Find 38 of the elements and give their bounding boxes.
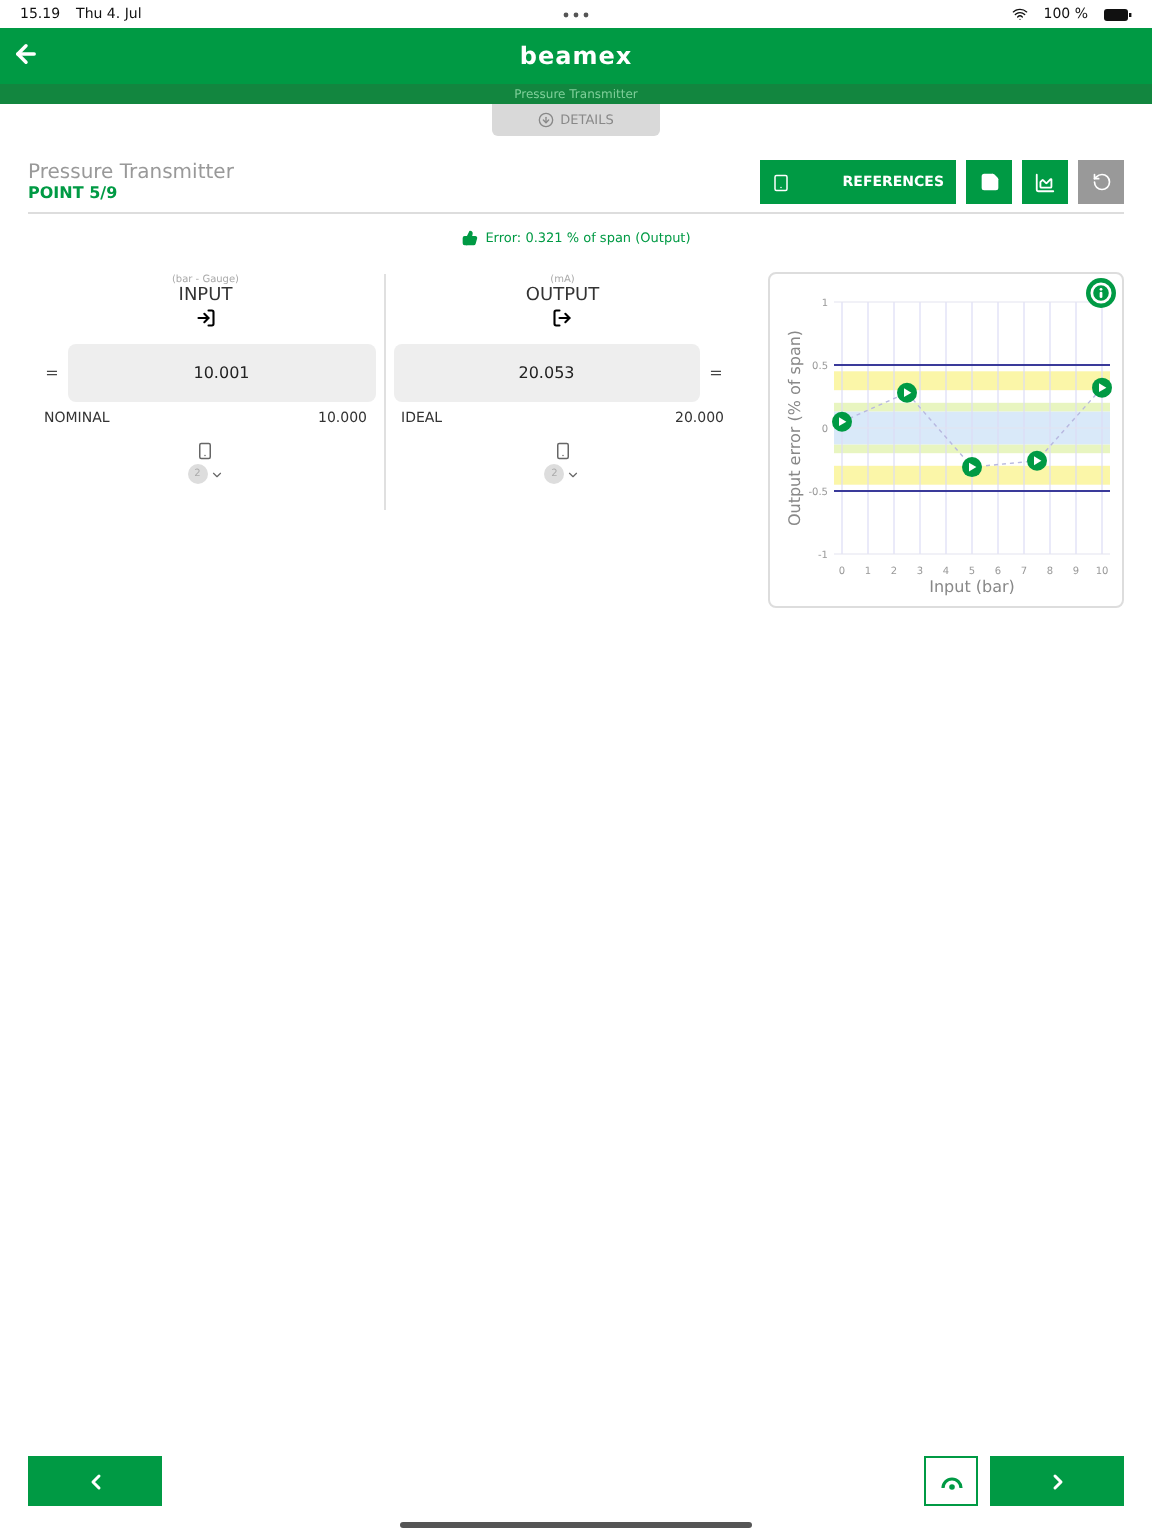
input-icon (195, 308, 216, 328)
thumbs-up-icon (461, 230, 478, 246)
device-name: Pressure Transmitter (28, 162, 234, 184)
battery-icon (1104, 7, 1132, 21)
back-button[interactable] (12, 40, 40, 68)
equals-sign: = (43, 362, 61, 386)
note-icon (979, 172, 999, 192)
arrow-down-circle-icon (538, 112, 555, 128)
value-field[interactable]: 10.001 (68, 344, 375, 402)
tablet-icon (772, 173, 791, 191)
panel-title: OUTPUT (525, 286, 600, 306)
point-counter: POINT 5/9 (28, 184, 120, 202)
data-point[interactable] (1027, 450, 1047, 471)
multitasking-dots-icon (562, 11, 591, 17)
gauge-button[interactable] (924, 1456, 978, 1506)
data-point[interactable] (1092, 377, 1112, 398)
panel-title: INPUT (178, 286, 233, 306)
device-icon (553, 442, 572, 460)
undo-icon (1091, 172, 1111, 192)
x-axis-title: Input (bar) (929, 578, 1015, 596)
wifi-icon (1011, 6, 1028, 22)
equals-sign: = (707, 362, 725, 386)
data-point[interactable] (897, 382, 917, 403)
y-axis-title: Output error (% of span) (786, 329, 804, 527)
device-icon (196, 442, 215, 460)
dropdown-caret-icon (209, 467, 224, 481)
value-field[interactable]: 20.053 (393, 344, 700, 402)
reset-button[interactable] (1078, 160, 1124, 204)
data-point[interactable] (962, 457, 982, 478)
data-point[interactable] (832, 411, 852, 432)
gauge-icon (939, 1473, 963, 1489)
area-chart-icon (1034, 171, 1056, 193)
dropdown-caret-icon (566, 467, 581, 481)
notes-button[interactable] (966, 160, 1012, 204)
chart-button[interactable] (1022, 160, 1068, 204)
logo: beamex (519, 42, 633, 70)
info-button[interactable] (1086, 278, 1116, 308)
output-icon (552, 308, 573, 328)
